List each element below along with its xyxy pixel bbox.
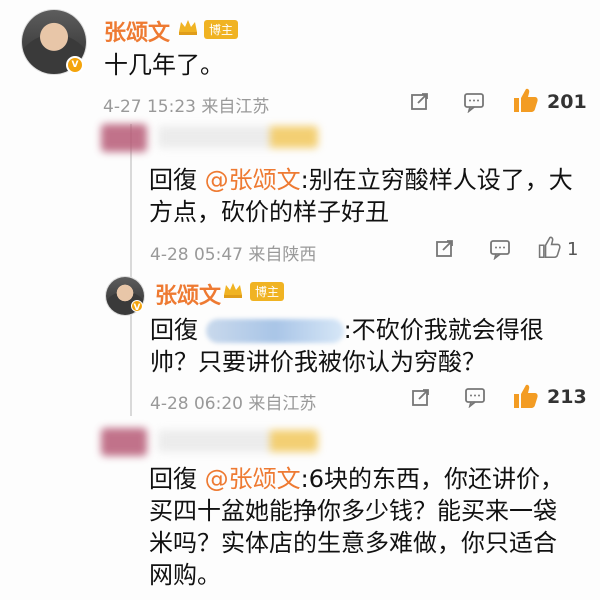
reply-user-avatar-blur	[101, 124, 147, 152]
reply-1-mention[interactable]: @张颂文	[205, 166, 301, 194]
owner-tag: 博主	[204, 20, 239, 39]
reply-1-like-count: 1	[567, 239, 579, 260]
reply-1-meta: 4-28 05:47 来自陕西	[150, 245, 317, 265]
reply-2-share-icon[interactable]	[410, 386, 432, 408]
reply-2-text: 回復 :不砍价我就会得很帅？只要讲价我被你认为穷酸？	[150, 314, 570, 378]
reply-3-avatar-blur	[101, 428, 147, 456]
reply-2-like-count: 213	[547, 386, 587, 408]
post-content: 十几年了。	[104, 51, 224, 79]
reply-2-author-name[interactable]: 张颂文	[155, 278, 221, 310]
reply-2-owner-tag: 博主	[250, 282, 285, 301]
reply-2-verified-icon	[131, 300, 143, 312]
reply-3-name-blur	[158, 430, 318, 452]
share-icon[interactable]	[409, 90, 431, 112]
reply-3-prefix: 回復	[149, 465, 197, 493]
author-name[interactable]: 张颂文	[104, 15, 170, 47]
reply-2-prefix: 回復	[150, 316, 198, 344]
like-icon[interactable]	[510, 86, 540, 114]
reply-1-like-icon[interactable]	[536, 235, 562, 259]
reply-1-prefix: 回復	[149, 166, 197, 194]
comment-icon[interactable]	[462, 91, 486, 114]
like-count: 201	[547, 91, 587, 113]
verified-icon	[66, 56, 84, 74]
reply-2-blurred-mention	[205, 319, 344, 343]
thread-line	[130, 124, 132, 416]
crown-icon	[177, 17, 199, 35]
reply-3-text: 回復 @张颂文:6块的东西，你还讲价，买四十盆她能挣你多少钱？能买来一袋米吗？实…	[149, 463, 579, 591]
reply-user-name-blur	[158, 126, 318, 148]
reply-2-comment-icon[interactable]	[463, 386, 487, 409]
reply-1-comment-icon[interactable]	[488, 238, 512, 261]
reply-1-share-icon[interactable]	[434, 237, 456, 259]
reply-1-text: 回復 @张颂文:别在立穷酸样人设了，大方点，砍价的样子好丑	[149, 164, 579, 228]
reply-3-mention[interactable]: @张颂文	[205, 465, 301, 493]
reply-2-crown-icon	[222, 280, 244, 298]
post-meta: 4-27 15:23 来自江苏	[103, 97, 270, 117]
reply-2-meta: 4-28 06:20 来自江苏	[150, 394, 317, 414]
reply-2-like-icon[interactable]	[510, 382, 540, 410]
